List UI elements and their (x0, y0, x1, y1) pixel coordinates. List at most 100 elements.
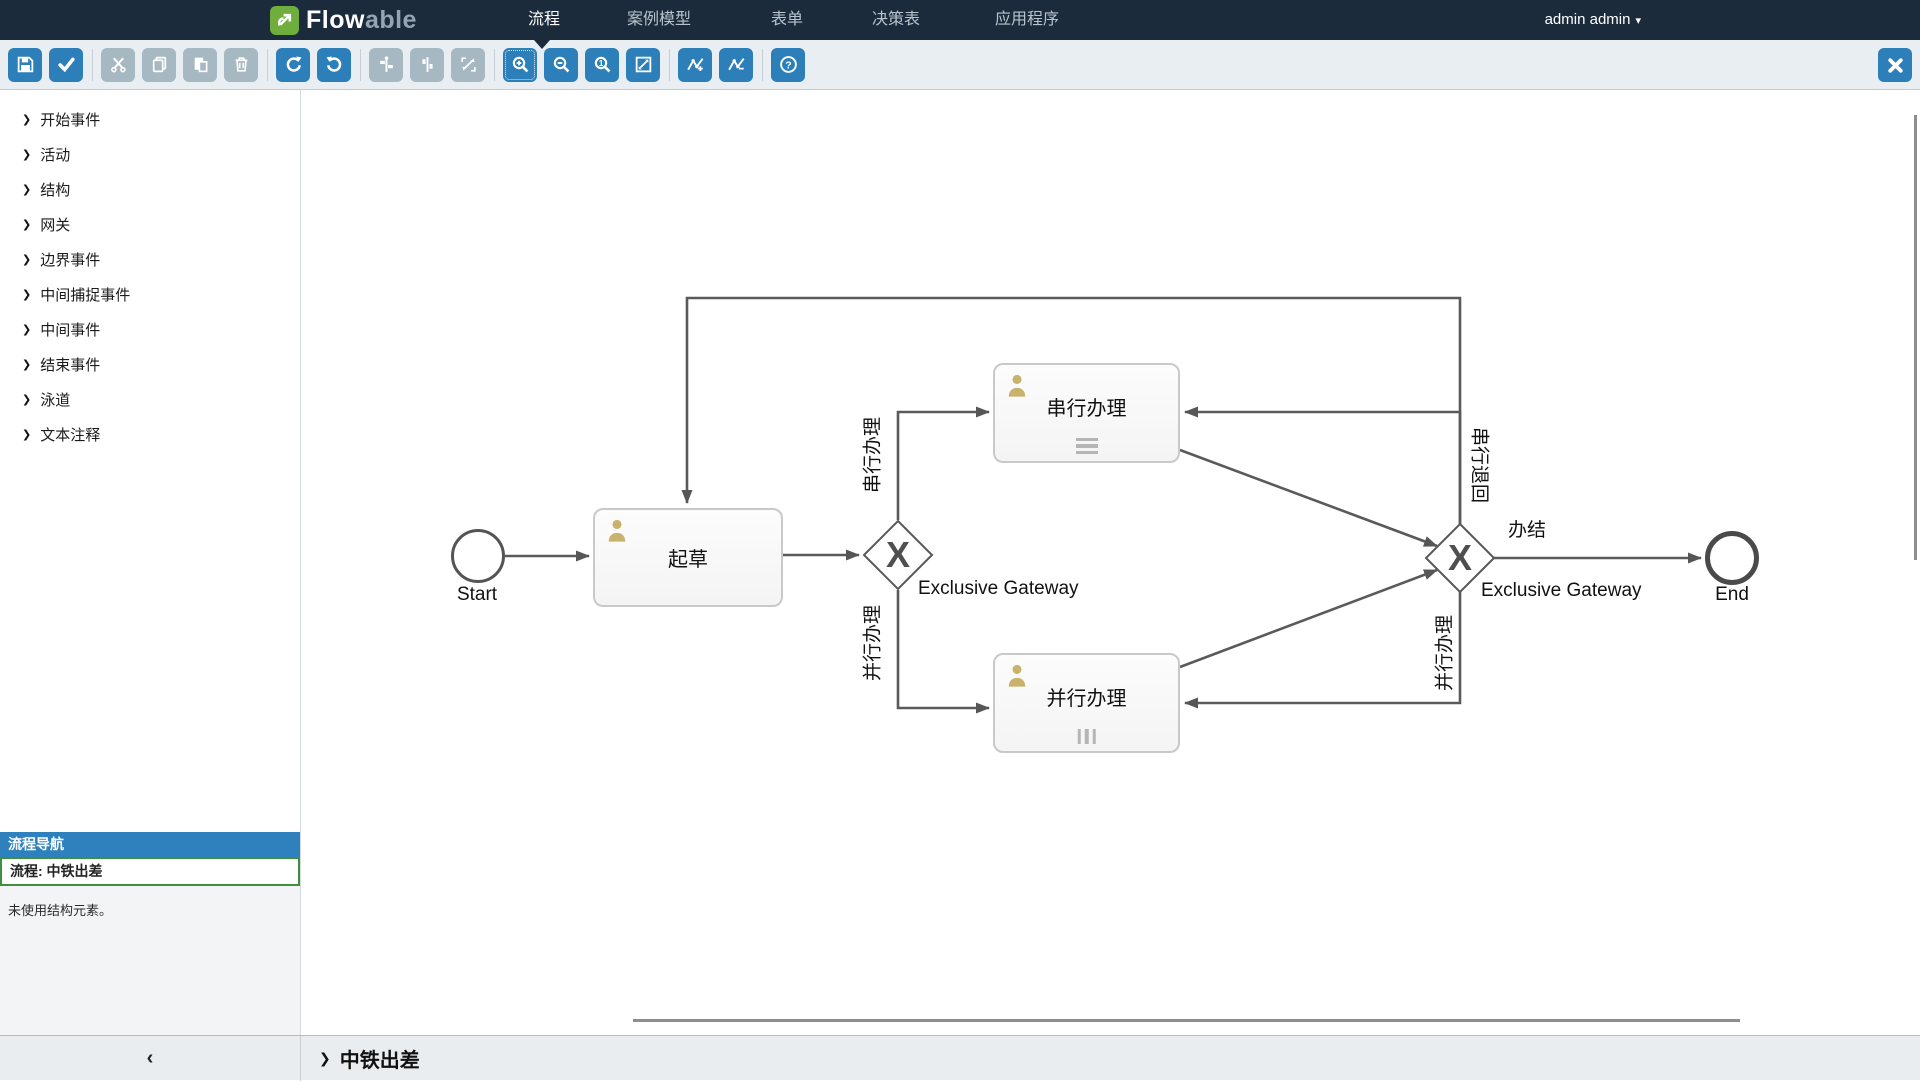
flow-gateway1-to-parallel[interactable] (898, 590, 989, 708)
undo-button[interactable] (317, 48, 351, 82)
paste-button[interactable] (183, 48, 217, 82)
end-event-label: End (1691, 584, 1773, 606)
flow-label-serial-return: 串行退回 (1468, 427, 1495, 503)
start-event[interactable] (451, 529, 505, 583)
user-task-parallel[interactable]: 并行办理 (993, 653, 1180, 753)
chevron-right-icon: ❯ (22, 358, 31, 371)
align-horizontal-button[interactable] (410, 48, 444, 82)
align-vertical-button[interactable] (369, 48, 403, 82)
tab-decision-tables[interactable]: 决策表 (872, 0, 920, 40)
chevron-right-icon: ❯ (22, 393, 31, 406)
process-title-bar[interactable]: ❯ 中铁出差 (319, 1036, 420, 1081)
parallel-multi-instance-icon (1077, 729, 1096, 744)
toolbar-separator (360, 49, 361, 81)
zoom-actual-button[interactable]: 1 (585, 48, 619, 82)
delete-button[interactable] (224, 48, 258, 82)
process-navigator-current-item[interactable]: 流程: 中铁出差 (0, 857, 300, 886)
canvas-vertical-scrollbar[interactable] (1914, 115, 1917, 560)
palette-group-label: 网关 (40, 214, 70, 235)
chevron-right-icon: ❯ (22, 323, 31, 336)
flow-label-serial-branch: 串行办理 (858, 417, 885, 493)
flowable-logo: Flowable (270, 5, 417, 35)
toolbar-separator (494, 49, 495, 81)
svg-text:1: 1 (598, 59, 603, 68)
save-button[interactable] (8, 48, 42, 82)
end-event[interactable] (1705, 531, 1759, 585)
flowable-logo-icon (270, 6, 299, 35)
validate-button[interactable] (49, 48, 83, 82)
cut-button[interactable] (101, 48, 135, 82)
sequential-multi-instance-icon (1076, 438, 1098, 455)
palette-group-label: 结束事件 (40, 354, 100, 375)
palette-group-structural[interactable]: ❯结构 (0, 172, 300, 207)
palette-group-intermediate-events[interactable]: ❯中间事件 (0, 312, 300, 347)
palette-group-label: 开始事件 (40, 109, 100, 130)
tab-forms[interactable]: 表单 (771, 0, 803, 40)
task-label: 起草 (595, 510, 781, 605)
tab-apps[interactable]: 应用程序 (995, 0, 1059, 40)
help-button[interactable]: ? (771, 48, 805, 82)
start-event-label: Start (437, 584, 517, 606)
chevron-right-icon: ❯ (22, 113, 31, 126)
flow-serial-to-gateway2[interactable] (1180, 450, 1437, 546)
palette-group-end-events[interactable]: ❯ 结束事件 (0, 347, 300, 382)
palette-group-label: 活动 (40, 144, 70, 165)
toolbar-separator (267, 49, 268, 81)
editor-toolbar: 1 ? (0, 40, 1920, 90)
zoom-fit-button[interactable] (626, 48, 660, 82)
flow-label-finish: 办结 (1508, 515, 1546, 542)
toolbar-separator (762, 49, 763, 81)
same-size-button[interactable] (451, 48, 485, 82)
palette-group-intermediate-catching-events[interactable]: ❯ 中间捕捉事件 (0, 277, 300, 312)
chevron-right-icon: ❯ (319, 1050, 331, 1067)
svg-text:?: ? (785, 59, 791, 71)
user-task-draft[interactable]: 起草 (593, 508, 783, 607)
remove-bendpoint-button[interactable] (719, 48, 753, 82)
process-title: 中铁出差 (340, 1044, 420, 1073)
chevron-right-icon: ❯ (22, 288, 31, 301)
palette-group-start-events[interactable]: ❯ 开始事件 (0, 102, 300, 137)
palette-group-boundary-events[interactable]: ❯ 边界事件 (0, 242, 300, 277)
gateway2-label: Exclusive Gateway (1481, 580, 1642, 602)
palette-group-label: 中间捕捉事件 (40, 284, 130, 305)
close-editor-button[interactable] (1878, 48, 1912, 82)
palette-group-label: 结构 (40, 179, 70, 200)
canvas-horizontal-scrollbar[interactable] (633, 1019, 1740, 1022)
palette-sidebar: ❯开始事件 ❯活动 ❯结构 ❯网关 ❯边界事件 ❯中间捕捉事件 ❯中间事件 ❯结… (0, 90, 301, 1035)
sequence-flows-layer (301, 90, 1920, 1035)
bottom-bar: ‹ ❯ 中铁出差 (0, 1035, 1920, 1080)
process-navigator-header: 流程导航 (0, 832, 300, 857)
chevron-left-icon: ‹ (147, 1047, 154, 1070)
flow-gateway2-back-to-parallel[interactable] (1185, 592, 1460, 703)
copy-button[interactable] (142, 48, 176, 82)
palette-group-swimlanes[interactable]: ❯ 泳道 (0, 382, 300, 417)
user-menu[interactable]: admin admin▾ (1545, 0, 1641, 40)
chevron-right-icon: ❯ (22, 148, 31, 161)
tab-case-models[interactable]: 案例模型 (627, 0, 691, 40)
palette-group-label: 文本注释 (40, 424, 100, 445)
redo-button[interactable] (276, 48, 310, 82)
add-bendpoint-button[interactable] (678, 48, 712, 82)
gateway1-label: Exclusive Gateway (918, 578, 1079, 600)
palette-group-activities[interactable]: ❯ 活动 (0, 137, 300, 172)
collapse-sidebar-button[interactable]: ‹ (0, 1036, 301, 1081)
brand-text-able: able (365, 6, 417, 35)
toolbar-separator (92, 49, 93, 81)
zoom-out-button[interactable] (544, 48, 578, 82)
flow-gateway1-to-serial[interactable] (898, 412, 989, 520)
chevron-right-icon: ❯ (22, 218, 31, 231)
flow-parallel-to-gateway2[interactable] (1180, 570, 1437, 667)
top-navbar: Flowable 流程 案例模型 表单 决策表 应用程序 admin admin… (0, 0, 1920, 40)
zoom-in-button[interactable] (503, 48, 537, 82)
tab-processes[interactable]: 流程 (528, 0, 560, 40)
caret-down-icon: ▾ (1635, 15, 1641, 27)
palette-group-label: 泳道 (40, 389, 70, 410)
palette-group-annotations[interactable]: ❯文本注释 (0, 417, 300, 452)
brand-text-flow: Flow (306, 6, 365, 35)
user-task-serial[interactable]: 串行办理 (993, 363, 1180, 463)
chevron-right-icon: ❯ (22, 253, 31, 266)
palette-group-gateways[interactable]: ❯ 网关 (0, 207, 300, 242)
flow-label-parallel-branch: 并行办理 (858, 605, 885, 681)
palette-group-label: 边界事件 (40, 249, 100, 270)
diagram-canvas[interactable]: Start 起草 串行办理 并行办理 X Exclusive Gateway X… (301, 90, 1920, 1035)
